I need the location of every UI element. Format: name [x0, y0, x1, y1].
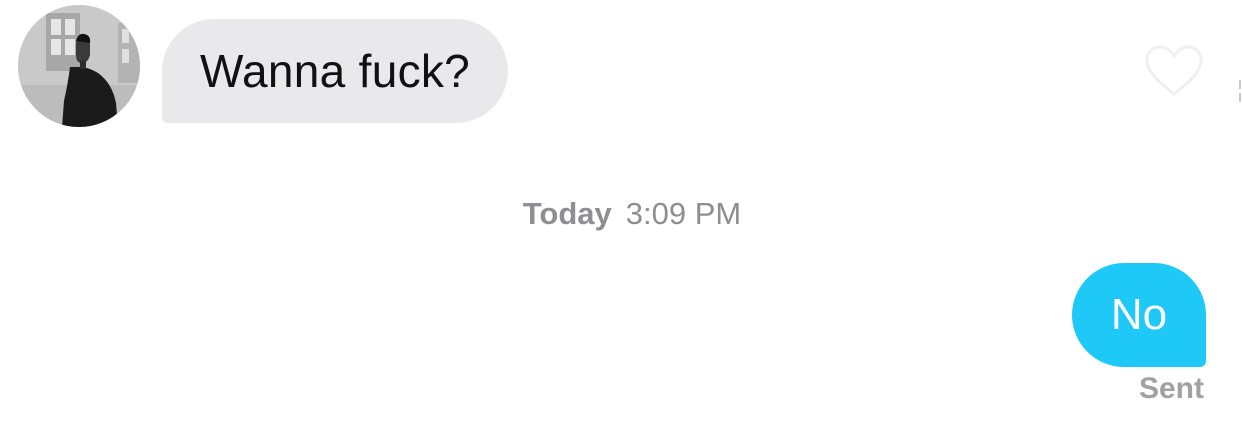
incoming-message-text: Wanna fuck? — [200, 45, 471, 97]
avatar-photo — [18, 5, 140, 127]
timestamp-day: Today — [522, 196, 612, 231]
heart-outline-icon[interactable] — [1144, 44, 1204, 98]
timestamp-time: 3:09 PM — [625, 196, 742, 231]
contact-avatar[interactable] — [18, 5, 140, 127]
incoming-message-bubble[interactable]: Wanna fuck? — [162, 19, 509, 123]
chat-screen: Wanna fuck? Today 3:09 PM No Sent — [0, 0, 1242, 424]
delivery-status: Sent — [1138, 372, 1204, 405]
outgoing-message-text: No — [1110, 290, 1168, 339]
message-timestamp: Today 3:09 PM — [0, 196, 1242, 232]
edge-mark — [1236, 80, 1242, 102]
outgoing-message-bubble[interactable]: No — [1072, 263, 1206, 367]
